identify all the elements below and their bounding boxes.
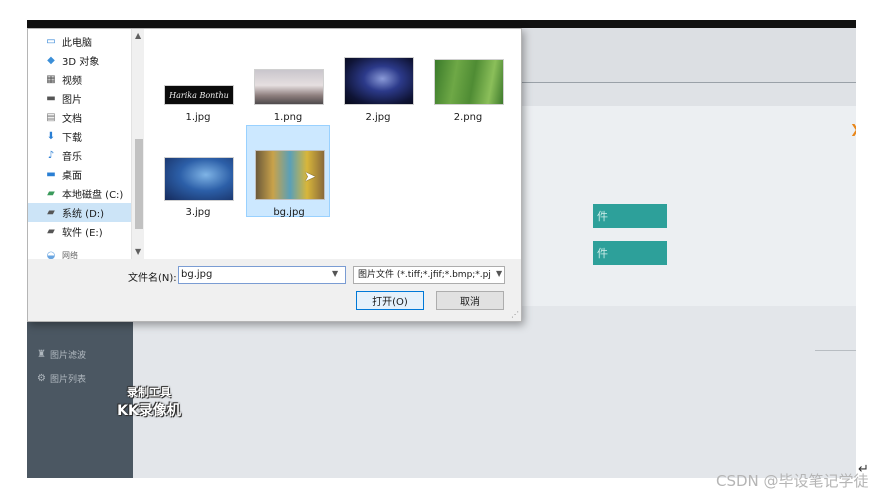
sidebar-item-filter[interactable]: ♜ 图片滤波 [37, 346, 86, 362]
file-name: 2.jpg [365, 112, 391, 123]
documents-icon: ▤ [46, 112, 56, 123]
file-item-1-jpg[interactable]: Harika Bonthu 1.jpg [156, 33, 240, 123]
nav-item-music[interactable]: ♪ 音乐 [28, 146, 131, 165]
file-thumbnail [164, 157, 234, 201]
chevron-down-icon[interactable]: ▼ [332, 269, 338, 278]
nav-item-documents[interactable]: ▤ 文档 [28, 108, 131, 127]
file-item-bg-jpg[interactable]: ➤ bg.jpg [246, 125, 330, 218]
nav-item-drive-c[interactable]: ▰ 本地磁盘 (C:) [28, 184, 131, 203]
divider [815, 350, 856, 351]
teal-action-button-1[interactable]: 件 [593, 204, 667, 228]
network-icon: ◒ [46, 250, 56, 259]
file-thumbnail [344, 57, 414, 105]
nav-item-desktop[interactable]: ▬ 桌面 [28, 165, 131, 184]
file-thumbnail [434, 59, 504, 105]
music-icon: ♪ [47, 150, 55, 161]
window-titlebar [27, 20, 856, 28]
file-thumbnail: ➤ [255, 150, 325, 200]
cancel-button[interactable]: 取消 [436, 291, 504, 310]
scroll-up-icon[interactable]: ▲ [135, 31, 141, 40]
file-type-select[interactable]: 图片文件 (*.tiff;*.jfif;*.bmp;*.pj [353, 266, 505, 284]
nav-item-network[interactable]: ◒ 网络 [28, 246, 131, 259]
drive-icon: ▰ [47, 226, 55, 237]
3d-objects-icon: ◆ [47, 55, 55, 66]
nav-item-3d-objects[interactable]: ◆ 3D 对象 [28, 51, 131, 70]
nav-item-this-pc[interactable]: ▭ 此电脑 [28, 32, 131, 51]
filename-input[interactable]: bg.jpg [178, 266, 346, 284]
pictures-icon: ▬ [46, 93, 56, 104]
nav-item-drive-e[interactable]: ▰ 软件 (E:) [28, 222, 131, 241]
drive-icon: ▰ [47, 207, 55, 218]
file-thumbnail: Harika Bonthu [164, 85, 234, 105]
nav-item-pictures[interactable]: ▬ 图片 [28, 89, 131, 108]
scroll-down-icon[interactable]: ▼ [135, 247, 141, 256]
recorder-watermark: 录制工具 KK录像机 [84, 384, 214, 420]
file-item-2-jpg[interactable]: 2.jpg [336, 33, 420, 123]
file-item-2-png[interactable]: 2.png [426, 33, 510, 123]
drive-icon: ▰ [47, 188, 55, 199]
file-thumbnail [254, 69, 324, 105]
csdn-credit: CSDN @毕设笔记学徒 [716, 472, 869, 490]
video-icon: ▦ [46, 74, 56, 85]
teal-action-button-2[interactable]: 件 [593, 241, 667, 265]
nav-item-downloads[interactable]: ⬇ 下载 [28, 127, 131, 146]
navigation-pane: ▭ 此电脑 ◆ 3D 对象 ▦ 视频 ▬ 图片 ▤ 文档 ⬇ 下载 ♪ 音乐 ▬ 桌面 ▰ 本地磁… [28, 29, 131, 259]
file-list-pane: Harika Bonthu 1.jpg 1.png 2.jpg 2.png 3.… [144, 29, 521, 259]
mouse-cursor-icon: ➤ [304, 169, 316, 185]
open-button[interactable]: 打开(O) [356, 291, 424, 310]
watermark-line-1: 录制工具 [127, 386, 171, 399]
gear-icon: ⚙ [37, 372, 46, 384]
resize-grip-icon[interactable]: ⋰ [511, 310, 519, 319]
file-name: 2.png [453, 112, 483, 123]
computer-icon: ▭ [46, 36, 56, 47]
download-icon: ⬇ [46, 131, 56, 142]
file-item-1-png[interactable]: 1.png [246, 33, 330, 123]
filter-icon: ♜ [37, 348, 46, 360]
file-item-3-jpg[interactable]: 3.jpg [156, 125, 240, 218]
return-icon: ↵ [858, 462, 869, 477]
open-file-dialog: ▭ 此电脑 ◆ 3D 对象 ▦ 视频 ▬ 图片 ▤ 文档 ⬇ 下载 ♪ 音乐 ▬ 桌面 ▰ 本地磁… [27, 28, 522, 322]
file-name: 1.jpg [185, 112, 211, 123]
nav-scrollbar[interactable]: ▲ ▼ [131, 29, 145, 259]
dialog-bottom-bar: 文件名(N): bg.jpg ▼ 图片文件 (*.tiff;*.jfif;*.b… [28, 259, 521, 321]
file-name: 1.png [273, 112, 303, 123]
chevron-down-icon[interactable]: ▼ [496, 269, 502, 278]
nav-item-videos[interactable]: ▦ 视频 [28, 70, 131, 89]
file-name: bg.jpg [273, 207, 305, 218]
nav-scroll-thumb[interactable] [135, 139, 143, 229]
orange-mark-icon: ❯ [850, 122, 856, 136]
filename-label: 文件名(N): [128, 273, 177, 284]
sidebar-item-list[interactable]: ⚙ 图片列表 [37, 370, 86, 386]
watermark-line-2: KK录像机 [117, 403, 181, 419]
file-name: 3.jpg [185, 207, 211, 218]
nav-item-drive-d[interactable]: ▰ 系统 (D:) [28, 203, 131, 222]
desktop-icon: ▬ [46, 169, 56, 180]
